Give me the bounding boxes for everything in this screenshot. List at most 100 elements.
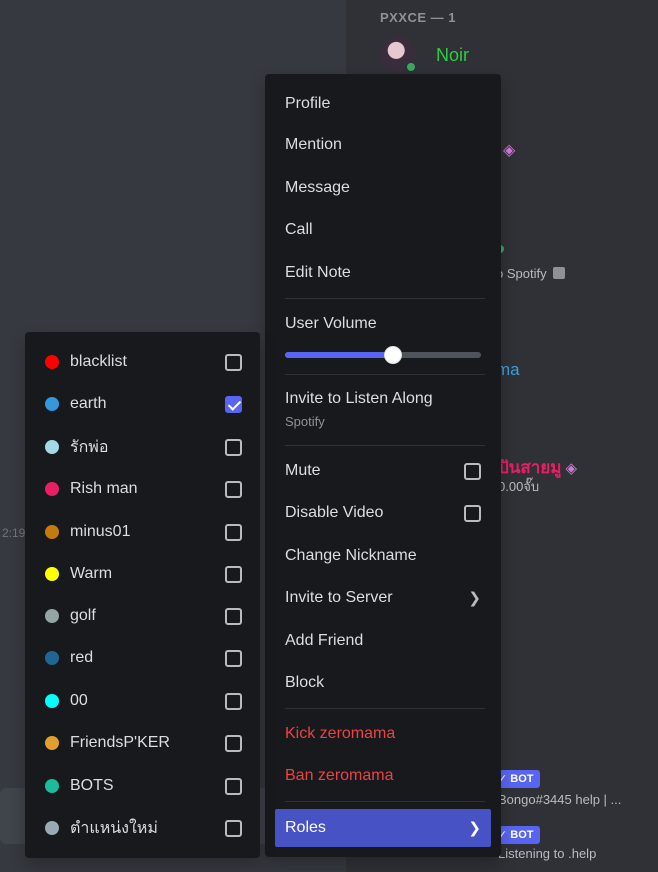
message-timestamp: 2:19 [2, 526, 26, 540]
member-group-header: PXXCE — 1 [380, 10, 457, 25]
role-color-dot [45, 821, 59, 835]
menu-item-label: Ban zeromama [285, 767, 394, 784]
roles-submenu: blacklist earth รักพ่อ Rish man minus01 Warm g… [25, 332, 260, 858]
menu-item-invite-to-server[interactable]: Invite to Server ❯ [275, 580, 491, 616]
menu-item-ban[interactable]: Ban zeromama [275, 758, 491, 794]
role-color-dot [45, 440, 59, 454]
user-volume-slider[interactable] [285, 346, 481, 364]
role-item[interactable]: blacklist [33, 344, 252, 380]
menu-item-change-nickname[interactable]: Change Nickname [275, 538, 491, 574]
nitro-boost-icon: ◈ [503, 142, 516, 159]
menu-item-label: Block [285, 674, 325, 691]
menu-item-call[interactable]: Call [275, 212, 491, 248]
role-item[interactable]: red [33, 640, 252, 676]
role-item[interactable]: รักพ่อ [33, 429, 252, 465]
menu-separator [285, 445, 485, 446]
role-name: minus01 [70, 523, 131, 540]
menu-separator [285, 708, 485, 709]
menu-item-message[interactable]: Message [275, 170, 491, 206]
role-color-dot [45, 567, 59, 581]
checkbox-icon[interactable] [225, 438, 242, 456]
checkbox-checked-icon[interactable] [225, 395, 242, 413]
menu-item-label: Edit Note [285, 264, 351, 281]
checkbox-icon[interactable] [464, 462, 481, 480]
role-color-dot [45, 736, 59, 750]
role-name: Rish man [70, 480, 138, 497]
checkbox-icon[interactable] [225, 353, 242, 371]
menu-item-label: Kick zeromama [285, 725, 396, 742]
role-name: blacklist [70, 353, 127, 370]
role-color-dot [45, 397, 59, 411]
menu-item-label: Mention [285, 136, 342, 153]
checkbox-icon[interactable] [225, 523, 242, 541]
checkbox-icon[interactable] [225, 480, 242, 498]
role-item[interactable]: earth [33, 386, 252, 422]
role-color-dot [45, 651, 59, 665]
menu-item-profile[interactable]: Profile [275, 86, 491, 122]
role-item[interactable]: FriendsP'KER [33, 725, 252, 761]
role-color-dot [45, 355, 59, 369]
role-item[interactable]: ตำแหน่งใหม่ [33, 810, 252, 846]
menu-item-mention[interactable]: Mention [275, 127, 491, 163]
role-color-dot [45, 779, 59, 793]
menu-item-label: Roles [285, 819, 326, 836]
slider-fill [285, 352, 393, 358]
role-item[interactable]: golf [33, 598, 252, 634]
role-item[interactable]: BOTS [33, 768, 252, 804]
menu-separator [285, 374, 485, 375]
role-name: FriendsP'KER [70, 734, 170, 751]
role-item[interactable]: Rish man [33, 471, 252, 507]
menu-item-edit-note[interactable]: Edit Note [275, 255, 491, 291]
menu-separator [285, 801, 485, 802]
role-color-dot [45, 694, 59, 708]
member-name-text: ปันสายมู [498, 458, 562, 477]
rich-presence-icon [552, 267, 565, 279]
menu-item-disable-video[interactable]: Disable Video [275, 495, 491, 531]
checkbox-icon[interactable] [225, 734, 242, 752]
slider-handle[interactable] [383, 346, 402, 364]
menu-item-label: Invite to Server [285, 589, 393, 606]
menu-item-roles[interactable]: Roles ❯ [275, 809, 491, 847]
menu-item-add-friend[interactable]: Add Friend [275, 623, 491, 659]
checkbox-icon[interactable] [464, 504, 481, 522]
menu-item-label: User Volume [285, 315, 377, 332]
role-name: ตำแหน่งใหม่ [70, 819, 158, 837]
menu-item-block[interactable]: Block [275, 665, 491, 701]
avatar[interactable] [380, 36, 418, 74]
role-name: golf [70, 607, 96, 624]
member-activity: o Spotify [496, 266, 565, 281]
menu-item-label: Call [285, 221, 313, 238]
role-name: earth [70, 395, 107, 412]
menu-item-mute[interactable]: Mute [275, 453, 491, 489]
role-item[interactable]: 00 [33, 683, 252, 719]
role-item[interactable]: minus01 [33, 514, 252, 550]
member-activity: Bongo#3445 help | ... [498, 792, 622, 807]
role-color-dot [45, 525, 59, 539]
checkbox-icon[interactable] [225, 692, 242, 710]
menu-item-label: Invite to Listen Along [285, 390, 433, 407]
role-name: red [70, 649, 94, 666]
checkbox-icon[interactable] [225, 649, 242, 667]
checkbox-icon[interactable] [225, 565, 242, 583]
menu-item-label: Disable Video [285, 504, 384, 521]
checkbox-icon[interactable] [225, 819, 242, 837]
chevron-right-icon: ❯ [468, 590, 481, 607]
member-name[interactable]: Noir [436, 45, 469, 66]
nitro-boost-icon: ◈ [565, 460, 578, 477]
role-item[interactable]: Warm [33, 556, 252, 592]
role-color-dot [45, 609, 59, 623]
role-name: 00 [70, 692, 88, 709]
checkbox-icon[interactable] [225, 777, 242, 795]
menu-item-sublabel: Spotify [285, 414, 325, 429]
menu-item-label: Mute [285, 462, 321, 479]
menu-item-label: Add Friend [285, 632, 364, 649]
role-name: BOTS [70, 777, 114, 794]
menu-separator [285, 298, 485, 299]
menu-item-kick[interactable]: Kick zeromama [275, 716, 491, 752]
checkbox-icon[interactable] [225, 607, 242, 625]
menu-item-invite-listen-along[interactable]: Invite to Listen Along [275, 380, 491, 418]
chevron-right-icon: ❯ [468, 820, 481, 837]
menu-item-label: Message [285, 179, 350, 196]
role-name: Warm [70, 565, 113, 582]
menu-item-user-volume: User Volume [275, 306, 491, 342]
